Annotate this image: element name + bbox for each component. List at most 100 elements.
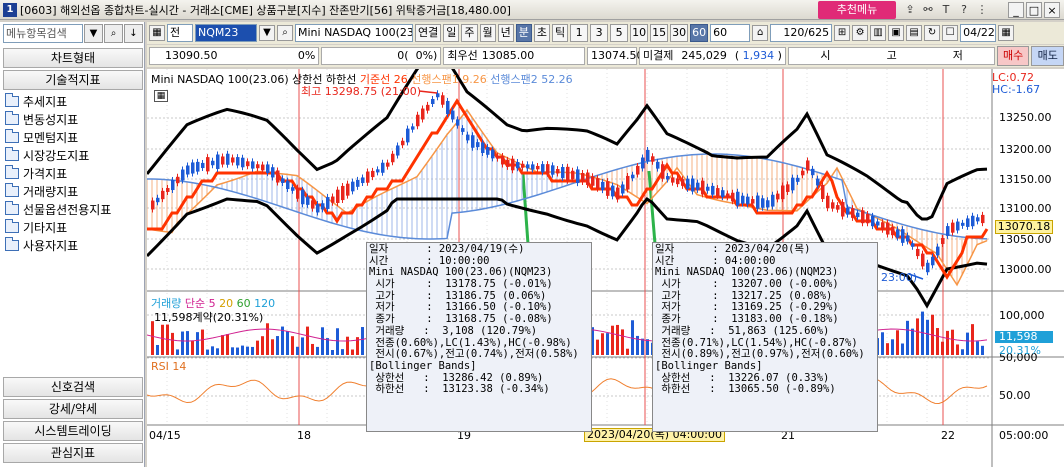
change-pct: 0% xyxy=(297,49,316,62)
best-bid: 13085.00 xyxy=(481,49,535,62)
folder-icon xyxy=(5,164,19,179)
chart-type-header[interactable]: 차트형태 xyxy=(3,48,143,68)
settings-icon[interactable]: ⚙ xyxy=(852,25,869,41)
save-icon[interactable]: ▤ xyxy=(906,25,923,41)
open-int-label: 미결제 xyxy=(642,49,674,62)
high-label: 고 xyxy=(886,49,897,62)
folder-icon xyxy=(5,146,19,161)
symbol-input[interactable]: NQM23 xyxy=(195,24,257,42)
window-badge: 1 xyxy=(3,2,17,17)
tf-60[interactable]: 60 xyxy=(690,24,709,42)
high-note: 최고 13298.75 (21:00) xyxy=(301,85,422,98)
tooltip-row: [Bollinger Bands] xyxy=(655,359,763,372)
best-ask: 13074.50 xyxy=(586,47,643,65)
recommend-menu-button[interactable]: 추천메뉴 xyxy=(818,1,896,19)
tf-3[interactable]: 3 xyxy=(590,24,609,42)
bars-icon[interactable]: ▥ xyxy=(870,25,887,41)
tf-30[interactable]: 30 xyxy=(670,24,689,42)
title-tools: ⇪ ⚯ T ? ⋮ xyxy=(902,2,990,18)
maximize-icon[interactable]: □ xyxy=(1026,2,1042,18)
tree-item[interactable]: 변동성지표 xyxy=(5,110,143,128)
tree-item[interactable]: 시장강도지표 xyxy=(5,146,143,164)
x-label: 22 xyxy=(941,429,955,442)
open-interest-cell: 미결제 245,029 ( 1,934 ) xyxy=(638,47,787,65)
favorite-indicators-button[interactable]: 관심지표 xyxy=(3,443,143,463)
date-check-icon[interactable]: ☐ xyxy=(942,25,959,41)
sell-button[interactable]: 매도 xyxy=(1031,46,1064,66)
share-icon[interactable]: ⇪ xyxy=(902,2,918,18)
minute-button[interactable]: 분 xyxy=(515,24,532,42)
table-icon[interactable]: ▦ xyxy=(154,90,168,102)
tree-item[interactable]: 사용자지표 xyxy=(5,236,143,254)
count-input[interactable]: 120/625 xyxy=(770,24,833,42)
vol-tick: 100,000 xyxy=(999,309,1045,322)
tree-item[interactable]: 모멘텀지표 xyxy=(5,128,143,146)
link-icon[interactable]: ⚯ xyxy=(920,2,936,18)
signal-search-button[interactable]: 신호검색 xyxy=(3,377,143,397)
tick-button[interactable]: 틱 xyxy=(552,24,569,42)
tree-item[interactable]: 거래량지표 xyxy=(5,182,143,200)
second-button[interactable]: 초 xyxy=(533,24,550,42)
system-trading-button[interactable]: 시스템트레이딩 xyxy=(3,421,143,441)
date-input[interactable]: 04/22 xyxy=(960,24,997,42)
day-button[interactable]: 일 xyxy=(443,24,460,42)
volume-value: 0 xyxy=(397,49,405,62)
tree-item[interactable]: 가격지표 xyxy=(5,164,143,182)
tf-5[interactable]: 5 xyxy=(610,24,629,42)
tooltip-row: 일자 : 2023/04/19(수) xyxy=(369,243,525,255)
chart-canvas[interactable] xyxy=(145,41,1064,467)
tree-item[interactable]: 기타지표 xyxy=(5,218,143,236)
volume-cell: 0 ( 0%) xyxy=(321,47,442,65)
expand-icon[interactable]: ⊞ xyxy=(834,25,851,41)
folder-icon xyxy=(5,182,19,197)
period-select[interactable]: 60 xyxy=(710,24,751,42)
tf-15[interactable]: 15 xyxy=(650,24,669,42)
chart-area[interactable]: Mini NASDAQ 100(23.06) 상한선 하한선 기준선 26 선행… xyxy=(145,41,1064,467)
indicator-sidebar: 메뉴항목검색 ▼ ⌕ ↓ 차트형태 기술적지표 추세지표 변동성지표 모멘텀지표… xyxy=(0,22,145,467)
month-button[interactable]: 월 xyxy=(479,24,496,42)
lock2-icon[interactable]: ▣ xyxy=(888,25,905,41)
tree-item[interactable]: 추세지표 xyxy=(5,92,143,110)
current-volume-pct: 20.31% xyxy=(999,344,1041,357)
tree-item[interactable]: 선물옵션전용지표 xyxy=(5,200,143,218)
dropdown-icon[interactable]: ▼ xyxy=(84,24,103,43)
tooltip-row: 시가 : 13178.75 (-0.01%) xyxy=(369,278,553,291)
refresh-icon[interactable]: ↻ xyxy=(924,25,941,41)
tf-10[interactable]: 10 xyxy=(630,24,649,42)
low-note: 23:00) xyxy=(881,271,917,284)
y-tick: 13050.00 xyxy=(999,233,1052,246)
current-volume-tag: 11,598 xyxy=(995,331,1053,343)
best-bid-cell: 최우선 13085.00 xyxy=(443,47,585,65)
y-tick: 13000.00 xyxy=(999,263,1052,276)
help-icon[interactable]: ? xyxy=(956,2,972,18)
volume-sublabel: 11,598계약(20.31%) xyxy=(154,311,264,324)
type-select[interactable]: 전 xyxy=(167,24,193,42)
menu-search: 메뉴항목검색 ▼ ⌕ ↓ xyxy=(3,24,143,43)
low-label: 저 xyxy=(952,49,963,62)
tf-1[interactable]: 1 xyxy=(570,24,589,42)
menu-search-input[interactable]: 메뉴항목검색 xyxy=(3,24,83,43)
dropdown-icon[interactable]: ▼ xyxy=(259,25,275,41)
close-icon[interactable]: × xyxy=(1044,2,1060,18)
search-icon[interactable]: ⌕ xyxy=(277,25,293,41)
tooltip-row: 거래량 : 3,108 (120.79%) xyxy=(369,324,538,337)
tooltip-row: 거래량 : 51,863 (125.60%) xyxy=(655,324,830,337)
indicators-header[interactable]: 기술적지표 xyxy=(3,70,143,90)
link-button[interactable]: 연결 xyxy=(415,24,442,42)
search-icon[interactable]: ⌕ xyxy=(104,24,123,43)
week-button[interactable]: 주 xyxy=(461,24,478,42)
hc-label: HC:-1.67 xyxy=(992,83,1041,96)
buy-button[interactable]: 매수 xyxy=(996,46,1030,66)
minimize-icon[interactable]: _ xyxy=(1008,2,1024,18)
folder-icon xyxy=(5,218,19,233)
year-button[interactable]: 년 xyxy=(497,24,514,42)
lock-icon[interactable]: ⌂ xyxy=(752,25,769,41)
calendar-icon[interactable]: ▦ xyxy=(998,25,1015,41)
grid-icon[interactable]: ▦ xyxy=(149,25,165,41)
folder-icon xyxy=(5,110,19,125)
strength-button[interactable]: 강세/약세 xyxy=(3,399,143,419)
ohl-cell: 시 고 저 xyxy=(788,47,995,65)
text-icon[interactable]: T xyxy=(938,2,954,18)
pin-icon[interactable]: ⋮ xyxy=(974,2,990,18)
down-arrow-icon[interactable]: ↓ xyxy=(124,24,143,43)
